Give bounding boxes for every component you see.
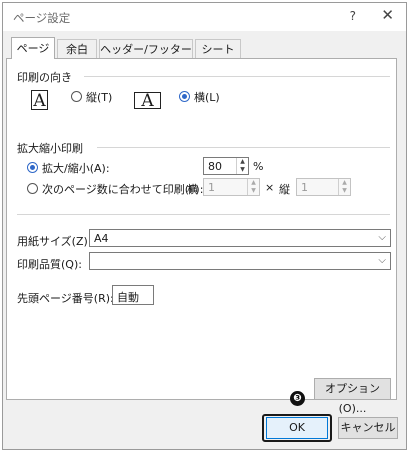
paper-size-select[interactable]: A4 ⌵ <box>89 229 391 247</box>
chevron-down-icon: ⌵ <box>378 232 386 243</box>
fit-wide-label: 横 <box>187 183 198 196</box>
step-number-badge: ❸ <box>290 391 305 406</box>
fit-tall-down-icon[interactable]: ▼ <box>338 187 350 195</box>
fit-wide-value: 1 <box>208 181 215 194</box>
zoom-spinner[interactable]: 80 ▲ ▼ <box>203 157 249 175</box>
portrait-label: 縦(T) <box>86 91 113 104</box>
fit-tall-spinner[interactable]: 1 ▲ ▼ <box>296 178 351 196</box>
zoom-value: 80 <box>208 160 222 173</box>
fit-wide-spinner[interactable]: 1 ▲ ▼ <box>203 178 260 196</box>
ok-button[interactable]: OK <box>266 417 328 439</box>
options-button[interactable]: オプション(O)... <box>314 378 391 415</box>
scaling-separator <box>97 147 390 148</box>
times-sign: × <box>265 181 275 194</box>
zoom-up-icon[interactable]: ▲ <box>236 158 248 166</box>
fit-tall-value: 1 <box>301 181 308 194</box>
fit-tall-label: 縦 <box>279 183 290 196</box>
chevron-down-icon: ⌵ <box>378 255 386 266</box>
orientation-separator <box>84 76 390 77</box>
cancel-button[interactable]: キャンセル <box>338 417 398 439</box>
portrait-page-icon: A <box>31 90 48 110</box>
tab-header-footer[interactable]: ヘッダー/フッター <box>99 39 193 58</box>
title-bar: ページ設定 ? ✕ <box>3 3 406 31</box>
fit-to-pages-radio[interactable] <box>27 183 38 194</box>
landscape-page-icon: A <box>134 92 161 110</box>
zoom-radio[interactable] <box>27 162 38 173</box>
first-page-number-label: 先頭ページ番号(R): <box>17 292 114 305</box>
fit-to-pages-label: 次のページ数に合わせて印刷(F): <box>42 183 204 196</box>
first-page-number-input[interactable]: 自動 <box>112 285 154 305</box>
help-icon[interactable]: ? <box>350 9 356 23</box>
close-icon[interactable]: ✕ <box>381 6 394 24</box>
zoom-label: 拡大/縮小(A): <box>42 162 110 175</box>
tab-sheet[interactable]: シート <box>195 39 241 58</box>
scaling-bottom-separator <box>17 214 390 215</box>
print-quality-label: 印刷品質(Q): <box>17 258 82 271</box>
paper-size-value: A4 <box>94 232 109 245</box>
paper-size-label: 用紙サイズ(Z): <box>17 235 92 248</box>
zoom-unit: % <box>253 160 264 173</box>
fit-wide-down-icon[interactable]: ▼ <box>247 187 259 195</box>
fit-wide-up-icon[interactable]: ▲ <box>247 179 259 187</box>
tab-page[interactable]: ページ <box>11 37 55 59</box>
fit-tall-up-icon[interactable]: ▲ <box>338 179 350 187</box>
tab-margins[interactable]: 余白 <box>57 39 97 58</box>
landscape-label: 横(L) <box>194 91 220 104</box>
print-quality-select[interactable]: ⌵ <box>89 252 391 270</box>
first-page-number-value: 自動 <box>117 291 139 304</box>
scaling-section-label: 拡大縮小印刷 <box>17 142 83 155</box>
portrait-radio[interactable] <box>71 91 82 102</box>
dialog-title: ページ設定 <box>13 11 71 25</box>
orientation-section-label: 印刷の向き <box>17 71 72 84</box>
landscape-radio[interactable] <box>179 91 190 102</box>
zoom-down-icon[interactable]: ▼ <box>236 166 248 174</box>
